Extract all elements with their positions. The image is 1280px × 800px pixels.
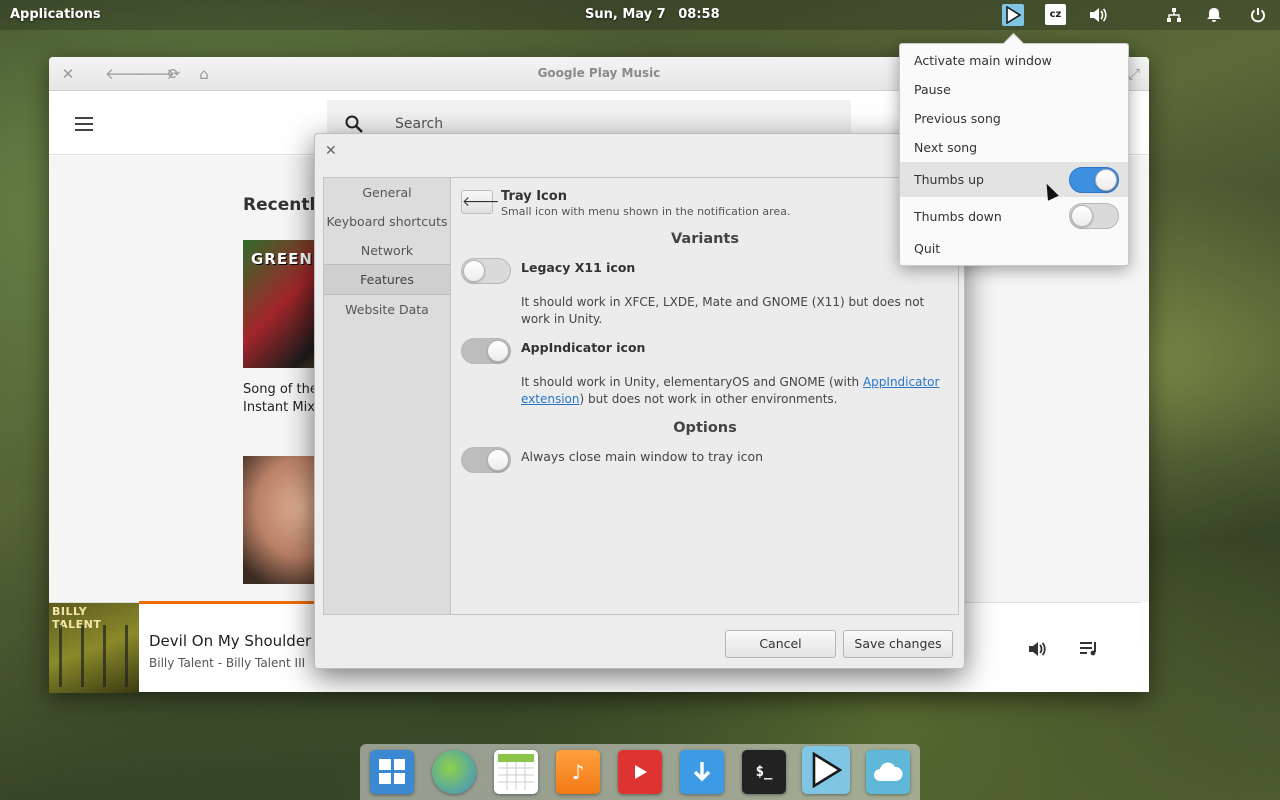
- legacy-x11-toggle[interactable]: [461, 258, 511, 284]
- toggle-knob: [487, 449, 509, 471]
- time-label: 08:58: [678, 7, 720, 22]
- track-title[interactable]: Devil On My Shoulder: [149, 632, 311, 650]
- volume-icon[interactable]: [1027, 640, 1047, 658]
- sidebar-item-website-data[interactable]: Website Data: [324, 295, 450, 324]
- menu-item-pause[interactable]: Pause: [900, 82, 1128, 102]
- thumbs-down-label: Thumbs down: [914, 209, 1002, 224]
- dock: ♪ $_: [360, 744, 920, 800]
- legacy-x11-description: It should work in XFCE, LXDE, Mate and G…: [521, 295, 925, 326]
- preferences-sidebar: General Keyboard shortcuts Network Featu…: [324, 178, 451, 614]
- top-panel: Applications Sun, May 7 08:58 cz: [0, 0, 1280, 30]
- applications-menu[interactable]: Applications: [10, 7, 101, 22]
- menu-item-next-song[interactable]: Next song: [900, 140, 1128, 160]
- thumbs-down-toggle[interactable]: [1069, 203, 1119, 229]
- google-play-music-icon[interactable]: [802, 746, 850, 794]
- toggle-knob: [1095, 169, 1117, 191]
- pane-title: Tray Icon: [501, 189, 567, 204]
- clock[interactable]: Sun, May 7 08:58: [585, 7, 720, 22]
- toggle-knob: [487, 340, 509, 362]
- always-close-to-tray-toggle[interactable]: [461, 447, 511, 473]
- legacy-x11-title: Legacy X11 icon: [521, 260, 636, 275]
- terminal-icon[interactable]: $_: [742, 750, 786, 794]
- power-icon[interactable]: [1247, 4, 1269, 26]
- close-dialog-icon[interactable]: ✕: [325, 143, 337, 159]
- thumbs-up-toggle[interactable]: [1069, 167, 1119, 193]
- network-icon[interactable]: [1163, 4, 1185, 26]
- cancel-button[interactable]: Cancel: [725, 630, 836, 658]
- caption-line-1: Song of the: [243, 382, 318, 397]
- playback-progress[interactable]: [139, 601, 319, 604]
- menu-item-activate-main-window[interactable]: Activate main window: [900, 53, 1128, 73]
- sidebar-item-features[interactable]: Features: [324, 264, 450, 295]
- notification-bell-icon[interactable]: [1203, 4, 1225, 26]
- appindicator-description: It should work in Unity, elementaryOS an…: [521, 374, 941, 408]
- videos-icon[interactable]: [618, 750, 662, 794]
- sidebar-item-keyboard-shortcuts[interactable]: Keyboard shortcuts: [324, 207, 450, 236]
- tray-icon-settings-pane: 🡐 Tray Icon Small icon with menu shown i…: [452, 178, 958, 614]
- now-playing-cover[interactable]: BILLY TALENT: [49, 603, 139, 693]
- pane-subtitle: Small icon with menu shown in the notifi…: [501, 205, 791, 218]
- volume-icon[interactable]: [1087, 4, 1109, 26]
- options-heading: Options: [673, 420, 737, 436]
- menu-item-quit[interactable]: Quit: [900, 241, 1128, 261]
- music-icon[interactable]: ♪: [556, 750, 600, 794]
- album-cover-text: GREEN: [251, 250, 313, 268]
- keyboard-layout-indicator[interactable]: cz: [1045, 4, 1066, 25]
- album-card-caption[interactable]: Song of the Instant Mix: [243, 381, 318, 417]
- always-close-label: Always close main window to tray icon: [521, 449, 764, 464]
- appindicator-title: AppIndicator icon: [521, 340, 646, 355]
- hamburger-menu-icon[interactable]: [75, 117, 93, 131]
- calendar-icon[interactable]: [494, 750, 538, 794]
- tray-popup-menu: Activate main window Pause Previous song…: [899, 43, 1129, 266]
- back-arrow-icon[interactable]: 🡐: [461, 190, 500, 214]
- cloud-icon[interactable]: [866, 750, 910, 794]
- appindicator-desc-end: ) but does not work in other environment…: [579, 392, 838, 406]
- queue-icon[interactable]: [1079, 640, 1099, 658]
- caption-line-2: Instant Mix: [243, 400, 315, 415]
- cover-art: [59, 625, 129, 687]
- toggle-knob: [1071, 205, 1093, 227]
- thumbs-up-label: Thumbs up: [914, 172, 984, 187]
- app-center-icon[interactable]: [680, 750, 724, 794]
- multitasking-view-icon[interactable]: [370, 750, 414, 794]
- track-artist[interactable]: Billy Talent - Billy Talent III: [149, 656, 305, 670]
- play-icon[interactable]: [1002, 4, 1024, 26]
- appindicator-desc-start: It should work in Unity, elementaryOS an…: [521, 375, 863, 389]
- toggle-knob: [463, 260, 485, 282]
- sidebar-item-network[interactable]: Network: [324, 236, 450, 265]
- preferences-body: General Keyboard shortcuts Network Featu…: [323, 177, 959, 615]
- appindicator-toggle[interactable]: [461, 338, 511, 364]
- sidebar-item-general[interactable]: General: [324, 178, 450, 207]
- preferences-dialog: ✕ General Keyboard shortcuts Network Fea…: [314, 133, 965, 669]
- search-placeholder: Search: [395, 116, 444, 132]
- date-label: Sun, May 7: [585, 7, 666, 22]
- menu-item-previous-song[interactable]: Previous song: [900, 111, 1128, 131]
- search-icon: [345, 115, 363, 133]
- save-changes-button[interactable]: Save changes: [843, 630, 953, 658]
- web-browser-icon[interactable]: [432, 750, 476, 794]
- variants-heading: Variants: [670, 231, 739, 247]
